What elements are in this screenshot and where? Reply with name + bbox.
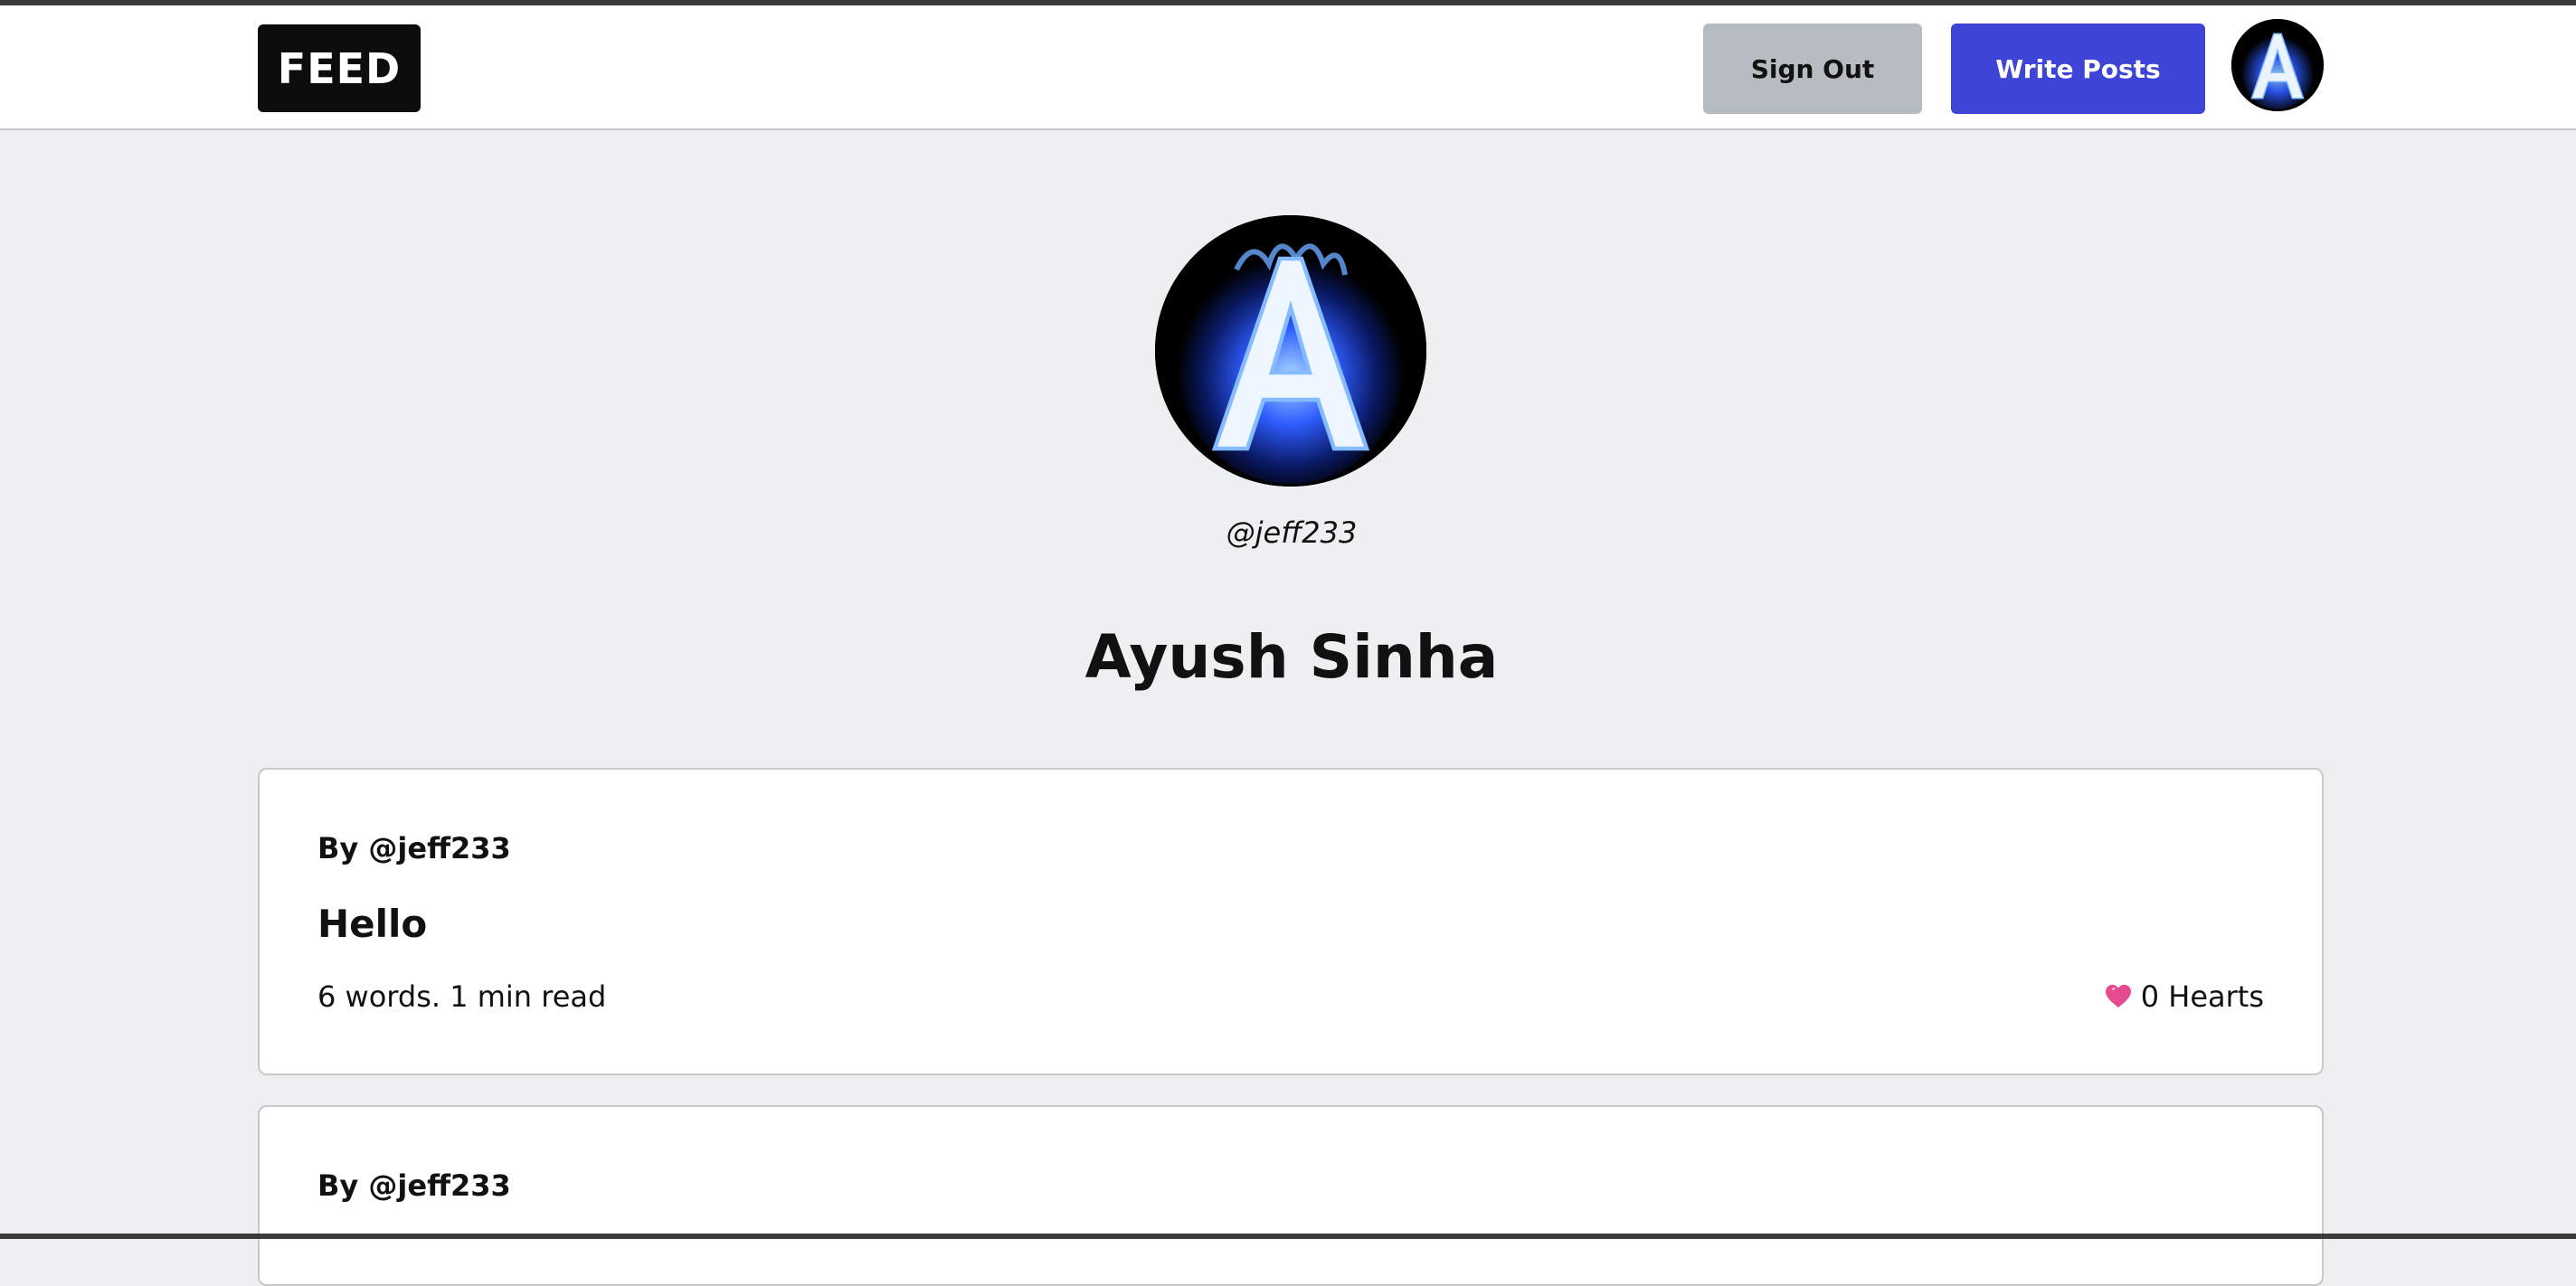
sign-out-button[interactable]: Sign Out [1703, 24, 1922, 114]
post-title[interactable]: Hello [317, 902, 427, 946]
user-avatar[interactable] [2231, 19, 2324, 111]
post-hearts: 0 Hearts [2105, 979, 2264, 1014]
profile-display-name: Ayush Sinha [1084, 622, 1499, 692]
flaming-letter-icon [2231, 19, 2324, 111]
profile-avatar [1155, 215, 1426, 487]
post-meta: 6 words. 1 min read [317, 979, 607, 1014]
flaming-letter-icon [1155, 215, 1426, 487]
heart-icon [2105, 984, 2131, 1008]
window-bottom-edge [0, 1234, 2576, 1239]
hearts-count: 0 Hearts [2140, 979, 2264, 1014]
post-card[interactable]: By @jeff233 [258, 1105, 2324, 1286]
profile-username: @jeff233 [1226, 515, 1358, 550]
post-author[interactable]: By @jeff233 [317, 1168, 511, 1203]
navbar: FEED Sign Out Write Posts [0, 5, 2576, 130]
post-card[interactable]: By @jeff233 Hello 6 words. 1 min read 0 … [258, 768, 2324, 1075]
post-author[interactable]: By @jeff233 [317, 831, 511, 865]
feed-logo-link[interactable]: FEED [258, 24, 421, 112]
write-posts-button[interactable]: Write Posts [1951, 24, 2205, 114]
